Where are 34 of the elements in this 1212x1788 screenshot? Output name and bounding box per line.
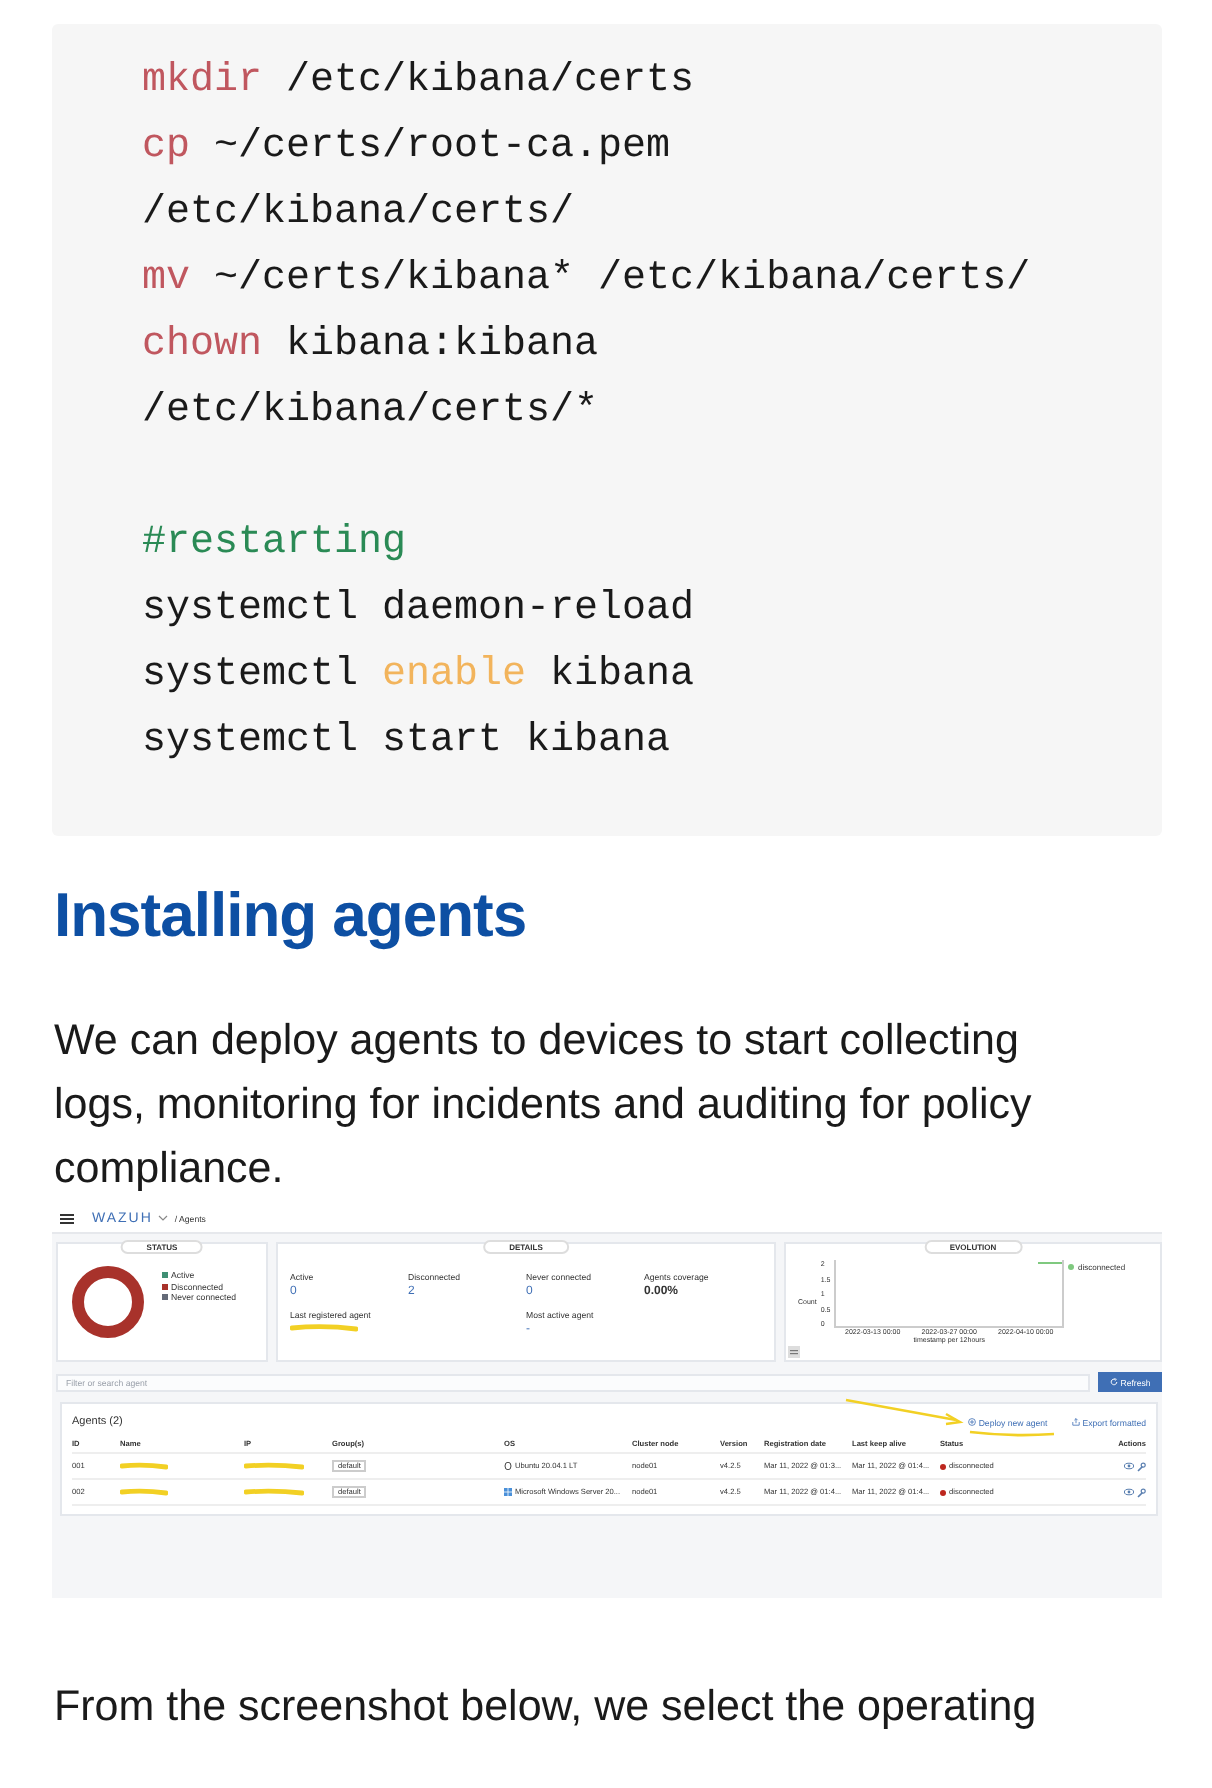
code-line: chown kibana:kibana — [142, 320, 599, 372]
menu-icon[interactable] — [60, 1213, 74, 1223]
annotation-arrow — [843, 1397, 964, 1429]
code-line: systemctl enable kibana — [142, 650, 695, 702]
code-line: systemctl daemon-reload — [142, 584, 695, 636]
redaction-mark — [244, 1488, 304, 1496]
windows-icon — [504, 1488, 512, 1496]
paragraph: From the screenshot below, we select the operating — [54, 1680, 1039, 1734]
code-line: mkdir /etc/kibana/certs — [142, 56, 695, 108]
annotation-underline — [967, 1429, 1056, 1437]
redaction-mark — [244, 1462, 304, 1470]
refresh-icon — [1109, 1378, 1118, 1386]
export-icon — [1071, 1418, 1080, 1426]
wrench-icon[interactable] — [1136, 1461, 1146, 1471]
section-heading: Installing agents — [54, 880, 527, 952]
redaction-mark — [120, 1462, 168, 1470]
wrench-icon[interactable] — [1136, 1487, 1146, 1497]
legend-dot — [1068, 1263, 1074, 1269]
plus-circle-icon — [967, 1418, 976, 1426]
eye-icon[interactable] — [1123, 1488, 1133, 1496]
code-line: /etc/kibana/certs/ — [142, 188, 575, 240]
code-line: #restarting — [142, 518, 407, 570]
line-segment — [1038, 1262, 1062, 1266]
code-line: systemctl start kibana — [142, 716, 671, 768]
code-line: cp ~/certs/root-ca.pem — [142, 122, 671, 174]
eye-icon[interactable] — [1123, 1462, 1133, 1470]
code-line: /etc/kibana/certs/* — [142, 386, 599, 438]
donut-chart — [70, 1264, 146, 1340]
redaction-mark — [290, 1324, 358, 1332]
code-line: mv ~/certs/kibana* /etc/kibana/certs/ — [142, 254, 1031, 306]
redaction-mark — [120, 1488, 168, 1496]
table-icon[interactable] — [788, 1346, 800, 1358]
chevron-icon[interactable] — [158, 1214, 169, 1222]
paragraph: We can deploy agents to devices to start collecting logs, monitoring for incidents and auditing for policy compliance. — [54, 1014, 1034, 1196]
